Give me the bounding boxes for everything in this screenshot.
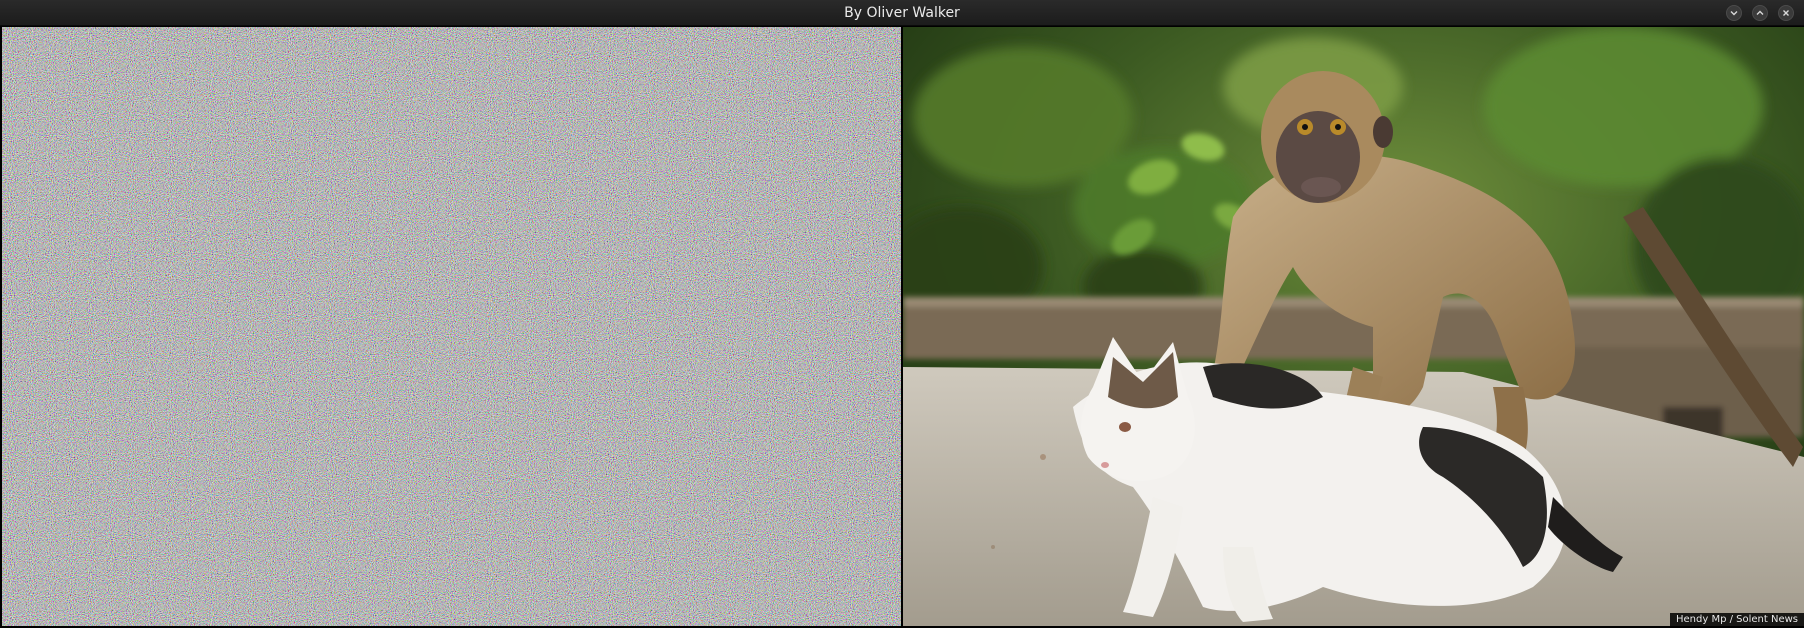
window-title: By Oliver Walker — [844, 5, 960, 21]
image-area: Hendy Mp / Solent News — [0, 26, 1804, 628]
close-icon — [1783, 10, 1789, 16]
close-button[interactable] — [1778, 5, 1794, 21]
minimize-button[interactable] — [1726, 5, 1742, 21]
chevron-down-icon — [1730, 11, 1738, 16]
chevron-up-icon — [1756, 10, 1764, 15]
window-controls — [1726, 5, 1794, 21]
noise-image — [2, 27, 901, 626]
image-viewer-window: By Oliver Walker Hendy Mp / Solent News — [0, 0, 1804, 628]
maximize-button[interactable] — [1752, 5, 1768, 21]
title-bar[interactable]: By Oliver Walker — [0, 0, 1804, 26]
photo-credit: Hendy Mp / Solent News — [1669, 613, 1804, 626]
monkey-cat-photo — [903, 27, 1804, 626]
photo-image: Hendy Mp / Solent News — [903, 27, 1804, 626]
noise-texture — [2, 27, 901, 626]
